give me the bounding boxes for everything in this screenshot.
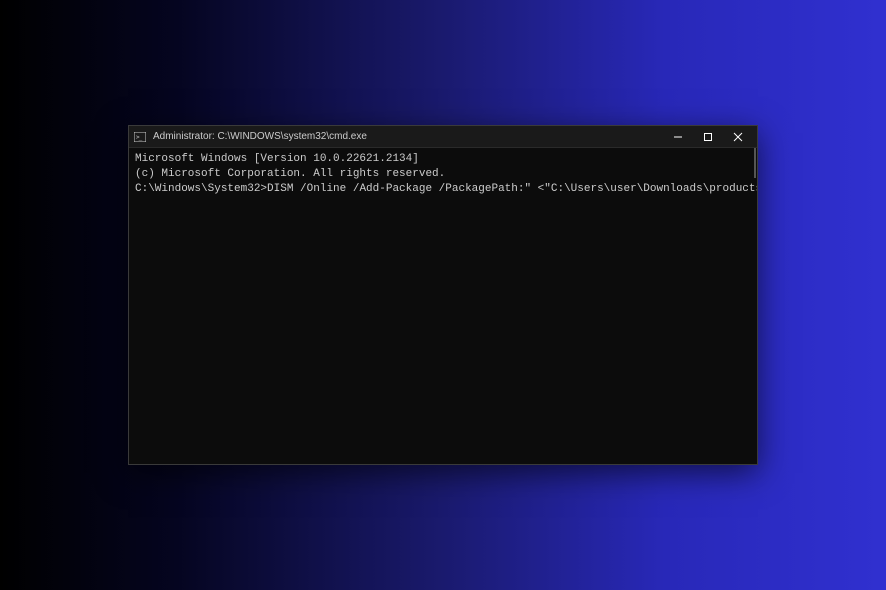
cmd-icon: >_ [133, 130, 147, 144]
scrollbar-thumb[interactable] [754, 148, 756, 178]
window-title: Administrator: C:\WINDOWS\system32\cmd.e… [153, 131, 367, 142]
command-prompt-window: >_ Administrator: C:\WINDOWS\system32\cm… [128, 125, 758, 465]
window-controls [663, 126, 753, 148]
svg-text:>_: >_ [136, 134, 143, 141]
terminal-body[interactable]: Microsoft Windows [Version 10.0.22621.21… [129, 148, 757, 464]
terminal-prompt-line: C:\Windows\System32>DISM /Online /Add-Pa… [135, 182, 751, 197]
title-bar[interactable]: >_ Administrator: C:\WINDOWS\system32\cm… [129, 126, 757, 148]
command-text: DISM /Online /Add-Package /PackagePath:"… [267, 183, 757, 195]
close-button[interactable] [723, 126, 753, 148]
terminal-output-line: Microsoft Windows [Version 10.0.22621.21… [135, 152, 751, 167]
scrollbar[interactable] [746, 148, 756, 463]
terminal-output-line: (c) Microsoft Corporation. All rights re… [135, 167, 751, 182]
maximize-button[interactable] [693, 126, 723, 148]
minimize-button[interactable] [663, 126, 693, 148]
prompt-text: C:\Windows\System32> [135, 183, 267, 195]
